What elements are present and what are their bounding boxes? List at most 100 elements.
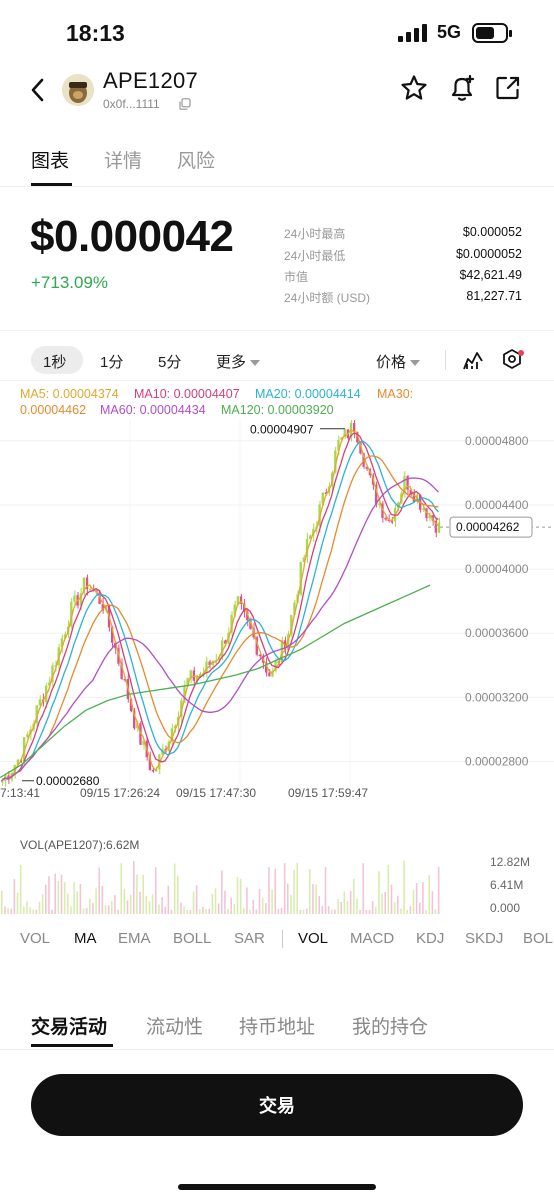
ind-tab-sar[interactable]: SAR: [234, 930, 265, 947]
volume-bar: [186, 909, 189, 914]
volume-bar: [334, 909, 336, 914]
status-time: 18:13: [66, 20, 125, 46]
volume-bar: [346, 901, 349, 914]
candle: [384, 517, 387, 520]
volume-bar: [136, 874, 138, 914]
volume-bar: [287, 883, 289, 914]
volume-bar: [321, 906, 324, 914]
signal-icon: [398, 24, 427, 42]
ma10-label: MA10: 0.00004407: [134, 387, 240, 401]
interval-1m[interactable]: 1分: [100, 351, 123, 372]
interval-more[interactable]: 更多: [216, 351, 261, 372]
volume-bar: [419, 902, 421, 914]
tab-chart[interactable]: 图表: [31, 146, 69, 173]
volume-chart: 12.82M 6.41M 0.000: [1, 855, 530, 915]
toolbar-separator: [445, 350, 446, 370]
interval-1s[interactable]: 1秒: [43, 351, 66, 372]
volume-bar: [296, 862, 299, 914]
volume-bar: [70, 906, 72, 914]
volume-bar: [309, 869, 311, 914]
ind-tab-vol[interactable]: VOL: [20, 930, 50, 947]
back-icon[interactable]: [26, 76, 50, 104]
volume-bar: [98, 867, 101, 914]
ind-tab-boll[interactable]: BOLL: [173, 930, 211, 947]
volume-bar: [111, 900, 113, 914]
volume-bar: [4, 906, 6, 914]
volume-bar: [271, 889, 273, 914]
copy-icon[interactable]: [179, 98, 191, 110]
volume-bar: [246, 887, 248, 914]
volume-bar: [239, 878, 242, 914]
volume-bar: [161, 896, 163, 914]
volume-bar: [393, 902, 396, 914]
volume-bar: [397, 895, 399, 914]
volume-bar: [400, 908, 402, 914]
chart-settings-icon[interactable]: [500, 348, 524, 372]
volume-bar: [13, 879, 16, 914]
tab-my-position[interactable]: 我的持仓: [352, 1012, 428, 1039]
volume-bar: [95, 888, 97, 914]
ma20-label: MA20: 0.00004414: [255, 387, 361, 401]
volume-bar: [431, 891, 434, 914]
star-icon[interactable]: [400, 74, 428, 102]
x-tick-label: 09/15 17:59:47: [288, 786, 368, 800]
volume-bar: [48, 876, 50, 914]
volume-bar: [365, 909, 368, 914]
volume-bar: [233, 904, 236, 914]
volume-bar: [41, 894, 44, 914]
tab-liquidity[interactable]: 流动性: [146, 1012, 203, 1039]
volume-bar: [23, 906, 25, 914]
volume-bar: [349, 890, 352, 914]
volume-bar: [63, 882, 66, 914]
stat-label-high: 24小时最高: [284, 227, 346, 241]
indicator-icon[interactable]: [462, 349, 484, 371]
price-menu-label: 价格: [376, 354, 407, 371]
share-icon[interactable]: [494, 74, 522, 102]
ma5-label: MA5: 0.00004374: [20, 387, 119, 401]
stat-label-low: 24小时最低: [284, 249, 346, 263]
candle: [192, 670, 196, 681]
price-change: +713.09%: [31, 273, 109, 292]
volume-bar: [92, 902, 94, 914]
volume-bar: [148, 901, 151, 914]
volume-bar: [89, 898, 91, 914]
token-avatar: [62, 74, 94, 106]
volume-bar: [133, 860, 135, 914]
tab-trade-activity[interactable]: 交易活动: [31, 1012, 107, 1039]
volume-bar: [38, 901, 41, 914]
tab-risk[interactable]: 风险: [177, 146, 215, 173]
ind-tab-ema[interactable]: EMA: [118, 930, 151, 947]
y-tick-label: 0.00003200: [465, 690, 529, 704]
ind-tab-sub-vol[interactable]: VOL: [298, 930, 328, 947]
volume-bar: [337, 899, 339, 914]
volume-bar: [205, 909, 207, 914]
volume-bar: [359, 909, 361, 914]
volume-bar: [7, 908, 9, 914]
volume-bar: [211, 893, 214, 914]
trade-button[interactable]: 交易: [31, 1074, 523, 1136]
ind-tab-skdj[interactable]: SKDJ: [465, 930, 503, 947]
ind-tab-kdj[interactable]: KDJ: [416, 930, 444, 947]
volume-bar: [353, 878, 355, 914]
interval-5m[interactable]: 5分: [158, 351, 181, 372]
tab-holders[interactable]: 持币地址: [239, 1012, 315, 1039]
indicator-separator: [282, 930, 283, 948]
volume-bar: [331, 909, 333, 914]
volume-bar: [362, 863, 365, 914]
bottom-tab-underline: [31, 1044, 113, 1047]
candle: [268, 672, 271, 677]
volume-bar: [85, 908, 88, 914]
price-chart[interactable]: 0.00004800 0.00004400 0.00004000 0.00003600…: [0, 420, 554, 800]
tab-details[interactable]: 详情: [104, 146, 142, 173]
ind-tab-bol[interactable]: BOL: [523, 930, 553, 947]
network-label: 5G: [437, 22, 462, 42]
volume-bar: [368, 909, 371, 914]
battery-icon: [472, 23, 512, 43]
price-alert-icon[interactable]: [447, 73, 477, 103]
ind-tab-ma[interactable]: MA: [74, 930, 97, 947]
ind-tab-macd[interactable]: MACD: [350, 930, 394, 947]
price-menu[interactable]: 价格: [376, 351, 421, 372]
stat-value-mcap: $42,621.49: [459, 268, 522, 282]
volume-bar: [126, 900, 129, 914]
last-price-label: 0.00004262: [456, 520, 520, 534]
